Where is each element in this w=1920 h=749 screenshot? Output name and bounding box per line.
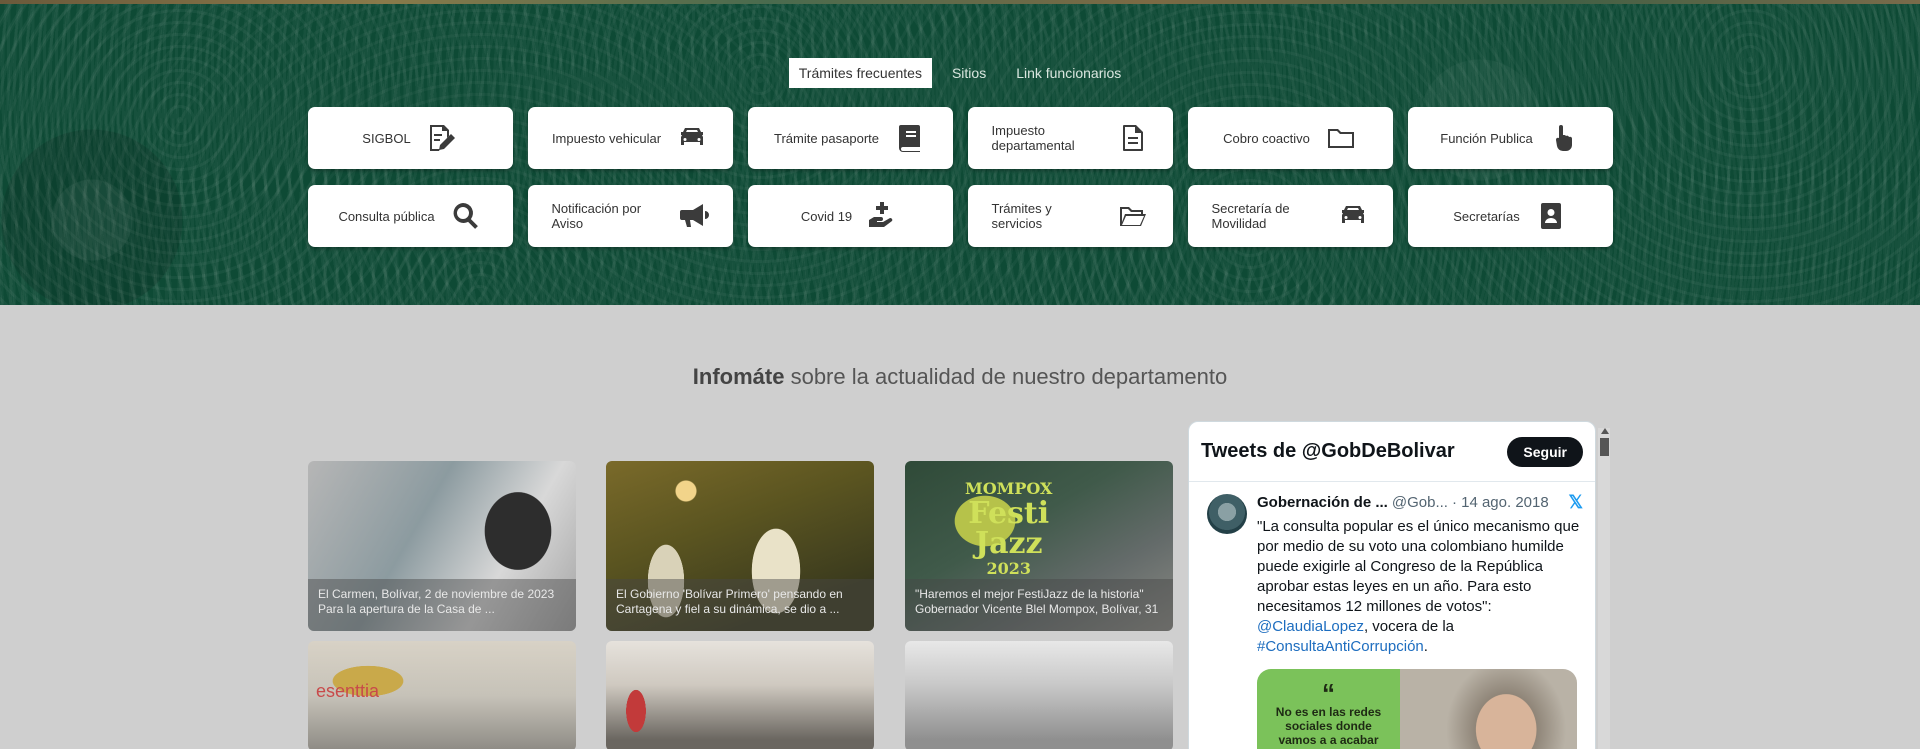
tweet-text: "La consulta popular es el único mecanis…: [1257, 517, 1583, 657]
news-caption: "Haremos el mejor FestiJazz de la histor…: [915, 587, 1159, 616]
search-icon: [449, 199, 483, 233]
quote-mark: “: [1322, 678, 1335, 708]
festijazz-poster-art: MOMPOX Festi Jazz 2023: [965, 479, 1052, 579]
avatar[interactable]: [1207, 494, 1247, 534]
tweet-media-graphic: “ No es en las redes sociales donde vamo…: [1257, 669, 1400, 749]
scrollbar-thumb[interactable]: [1600, 438, 1609, 456]
passport-book-icon: [893, 121, 927, 155]
twitter-timeline-widget[interactable]: Tweets de @GobDeBolivar Seguir Gobernaci…: [1188, 421, 1596, 749]
poster-text: 2023: [986, 559, 1031, 578]
tweet-author-handle[interactable]: @Gob...: [1392, 494, 1448, 511]
contact-book-icon: [1534, 199, 1568, 233]
poster-text: Jazz: [974, 526, 1043, 561]
tweet-text-part: "La consulta popular es el único mecanis…: [1257, 518, 1580, 615]
tweet-media-text: No es en las redes sociales donde vamos …: [1275, 705, 1382, 747]
news-section-title: Infomáte sobre la actualidad de nuestro …: [0, 364, 1920, 390]
tile-label: Secretaría de Movilidad: [1211, 201, 1290, 231]
news-title-bold: Infomáte: [692, 364, 785, 389]
news-card[interactable]: MOMPOX Festi Jazz 2023 "Haremos el mejor…: [905, 461, 1173, 631]
tile-tramites-servicios[interactable]: Trámites y servicios: [968, 185, 1173, 247]
tile-cobro-coactivo[interactable]: Cobro coactivo: [1188, 107, 1393, 169]
x-logo-icon[interactable]: 𝕏: [1568, 492, 1583, 513]
tweet-date[interactable]: · 14 ago. 2018: [1452, 494, 1549, 511]
tile-label: Secretarías: [1453, 208, 1520, 224]
news-card[interactable]: [606, 641, 874, 749]
tweet-text-part: , vocera de la: [1363, 618, 1455, 635]
service-tiles: SIGBOL Impuesto vehicular Trámite pasapo…: [308, 107, 1614, 247]
poster-text: Festi: [968, 496, 1050, 531]
news-caption: El Carmen, Bolívar, 2 de noviembre de 20…: [318, 587, 555, 616]
widget-scrollbar[interactable]: [1598, 428, 1610, 749]
car-icon: [675, 121, 709, 155]
follow-button[interactable]: Seguir: [1507, 436, 1583, 467]
news-card-overlay: El Carmen, Bolívar, 2 de noviembre de 20…: [308, 579, 576, 631]
tile-impuesto-departamental[interactable]: Impuesto departamental: [968, 107, 1173, 169]
tile-funcion-publica[interactable]: Función Publica: [1408, 107, 1613, 169]
tweet-text-part: .: [1423, 638, 1428, 655]
tile-label: Trámite pasaporte: [773, 130, 879, 146]
tile-impuesto-vehicular[interactable]: Impuesto vehicular: [528, 107, 733, 169]
tile-label: SIGBOL: [362, 130, 411, 146]
tile-label: Impuesto vehicular: [551, 130, 662, 146]
tile-label: Impuesto departamental: [991, 123, 1075, 153]
tile-label: Cobro coactivo: [1223, 130, 1310, 146]
news-card[interactable]: [905, 641, 1173, 749]
tile-notificacion-aviso[interactable]: Notificación por Aviso: [528, 185, 733, 247]
tab-tramites-frecuentes[interactable]: Trámites frecuentes: [788, 58, 932, 88]
banner-tabs: Trámites frecuentes Sitios Link funciona…: [0, 58, 1920, 88]
news-card-overlay: "Haremos el mejor FestiJazz de la histor…: [905, 579, 1173, 631]
tile-tramite-pasaporte[interactable]: Trámite pasaporte: [748, 107, 953, 169]
folder-icon: [1324, 121, 1358, 155]
tab-link-funcionarios[interactable]: Link funcionarios: [1006, 58, 1131, 88]
news-card[interactable]: El Carmen, Bolívar, 2 de noviembre de 20…: [308, 461, 576, 631]
news-card[interactable]: esenttia: [308, 641, 576, 749]
tile-label: Consulta pública: [338, 208, 435, 224]
news-title-rest: sobre la actualidad de nuestro departame…: [784, 364, 1228, 389]
tweet-media-photo: [1400, 669, 1577, 749]
tile-label: Función Publica: [1440, 130, 1533, 146]
tile-secretarias[interactable]: Secretarías: [1408, 185, 1613, 247]
mention-link[interactable]: @ClaudiaLopez: [1257, 618, 1364, 635]
twitter-header: Tweets de @GobDeBolivar Seguir: [1189, 422, 1595, 482]
hashtag-link[interactable]: #ConsultaAntiCorrupción: [1257, 638, 1424, 655]
megaphone-icon: [676, 199, 710, 233]
tab-sitios[interactable]: Sitios: [942, 58, 996, 88]
document-icon: [1116, 121, 1150, 155]
twitter-title: Tweets de @GobDeBolivar: [1201, 440, 1455, 462]
tile-covid-19[interactable]: Covid 19: [748, 185, 953, 247]
tile-label: Notificación por Aviso: [551, 201, 642, 231]
hand-medical-icon: [866, 199, 900, 233]
news-card-overlay: El Gobierno 'Bolívar Primero' pensando e…: [606, 579, 874, 631]
tweet[interactable]: Gobernación de ... @Gob... · 14 ago. 201…: [1189, 482, 1595, 749]
header-image-strip: [0, 0, 1920, 4]
tile-label: Covid 19: [800, 208, 853, 224]
tweet-meta: Gobernación de ... @Gob... · 14 ago. 201…: [1257, 492, 1583, 513]
tweet-media[interactable]: “ No es en las redes sociales donde vamo…: [1257, 669, 1577, 749]
news-card[interactable]: El Gobierno 'Bolívar Primero' pensando e…: [606, 461, 874, 631]
news-caption: El Gobierno 'Bolívar Primero' pensando e…: [616, 587, 843, 616]
tile-label: Trámites y servicios: [991, 201, 1052, 231]
esenttia-sign: esenttia: [316, 681, 380, 701]
folder-open-icon: [1116, 199, 1150, 233]
hand-pointer-icon: [1547, 121, 1581, 155]
scroll-up-arrow-icon[interactable]: [1601, 428, 1609, 434]
tile-sigbol[interactable]: SIGBOL: [308, 107, 513, 169]
car-icon: [1336, 199, 1370, 233]
tile-consulta-publica[interactable]: Consulta pública: [308, 185, 513, 247]
tile-secretaria-movilidad[interactable]: Secretaría de Movilidad: [1188, 185, 1393, 247]
edit-document-icon: [425, 121, 459, 155]
tweet-author-name[interactable]: Gobernación de ...: [1257, 494, 1388, 511]
